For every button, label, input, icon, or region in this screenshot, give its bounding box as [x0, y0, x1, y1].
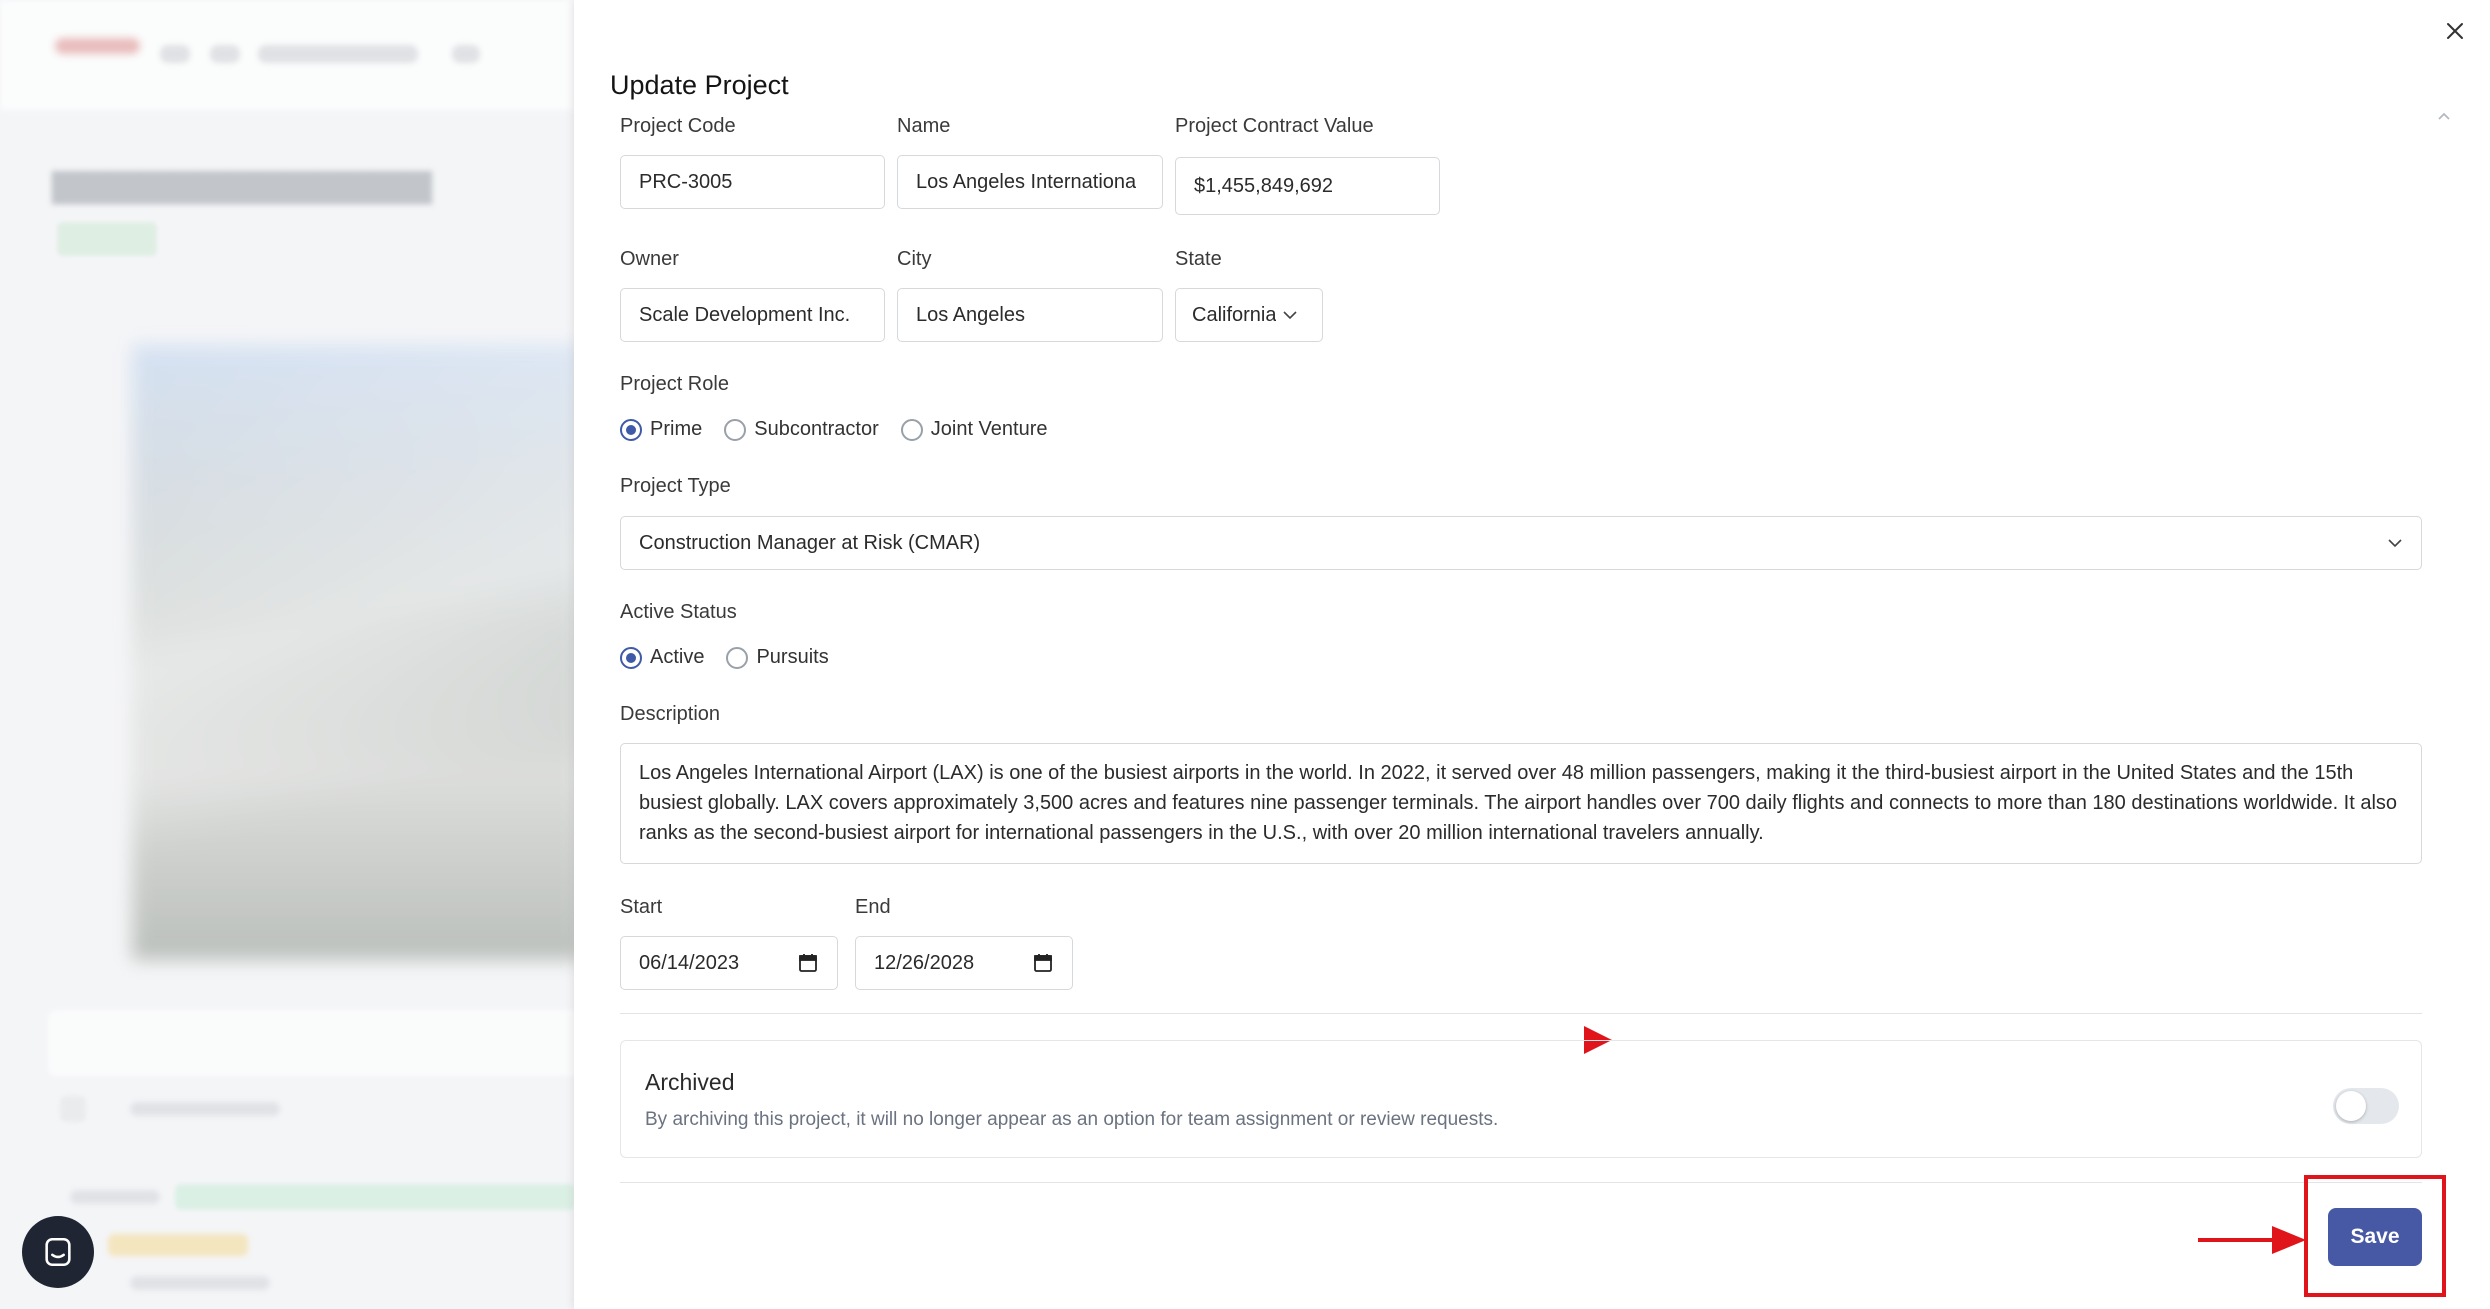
close-icon [2447, 23, 2463, 39]
project-code-input[interactable]: PRC-3005 [620, 155, 885, 209]
project-code-label: Project Code [620, 115, 736, 137]
chevron-down-icon [2388, 539, 2402, 548]
end-date-input[interactable]: 12/26/2028 [855, 936, 1073, 990]
calendar-icon[interactable] [1032, 952, 1054, 974]
background-app: ▆▆▆▆▆▆▆▆▆▆▆▆▆ [0, 0, 574, 1309]
chevron-down-icon [1283, 311, 1298, 320]
owner-label: Owner [620, 248, 679, 270]
role-subcontractor-radio[interactable]: Subcontractor [724, 418, 879, 441]
radio-checked-icon [620, 418, 642, 441]
role-prime-radio[interactable]: Prime [620, 418, 702, 441]
background-text [130, 1102, 280, 1116]
background-project-photo [132, 345, 574, 960]
contract-value-label: Project Contract Value [1175, 115, 1374, 137]
state-select[interactable]: California [1175, 288, 1323, 342]
end-date-label: End [855, 896, 891, 918]
archived-description: By archiving this project, it will no lo… [645, 1109, 1499, 1130]
background-progress [175, 1184, 574, 1210]
archived-title: Archived [645, 1069, 735, 1095]
role-joint-venture-radio[interactable]: Joint Venture [900, 418, 1048, 441]
city-label: City [897, 248, 932, 270]
chat-icon [45, 1237, 71, 1267]
annotation-arrow-icon [2198, 1226, 2306, 1254]
radio-unchecked-icon [724, 418, 747, 441]
start-date-label: Start [620, 896, 663, 918]
background-logo [55, 38, 140, 54]
radio-checked-icon [620, 646, 642, 669]
drawer-title: Update Project [610, 70, 789, 100]
background-text [70, 1190, 160, 1204]
state-label: State [1175, 248, 1222, 270]
background-breadcrumb [160, 45, 190, 63]
radio-unchecked-icon [900, 418, 923, 441]
save-button[interactable]: Save [2328, 1208, 2422, 1266]
project-role-group: Prime Subcontractor Joint Venture [620, 418, 1070, 441]
background-status-badge [57, 222, 157, 256]
radio-unchecked-icon [726, 646, 749, 669]
section-divider [620, 1013, 2422, 1014]
status-pursuits-radio[interactable]: Pursuits [726, 646, 829, 669]
archived-toggle[interactable] [2333, 1088, 2399, 1124]
calendar-icon[interactable] [797, 952, 819, 974]
footer-divider [620, 1182, 2422, 1183]
chevron-up-icon[interactable] [2436, 110, 2452, 122]
background-breadcrumb [210, 45, 240, 63]
close-button[interactable] [2440, 16, 2470, 46]
city-input[interactable]: Los Angeles [897, 288, 1163, 342]
background-breadcrumb [452, 45, 480, 63]
background-rating [108, 1234, 248, 1256]
contract-value-input[interactable]: $1,455,849,692 [1175, 157, 1440, 215]
start-date-input[interactable]: 06/14/2023 [620, 936, 838, 990]
description-textarea[interactable]: Los Angeles International Airport (LAX) … [620, 743, 2422, 864]
active-status-group: Active Pursuits [620, 646, 851, 669]
name-label: Name [897, 115, 951, 137]
project-type-select[interactable]: Construction Manager at Risk (CMAR) [620, 516, 2422, 570]
background-search-input [48, 1010, 574, 1076]
owner-input[interactable]: Scale Development Inc. [620, 288, 885, 342]
status-active-radio[interactable]: Active [620, 646, 704, 669]
project-role-label: Project Role [620, 373, 729, 395]
background-text [130, 1276, 270, 1290]
archived-card: Archived By archiving this project, it w… [620, 1040, 2422, 1158]
name-input[interactable]: Los Angeles Internationa [897, 155, 1163, 209]
project-type-label: Project Type [620, 475, 731, 497]
chat-launcher-button[interactable] [22, 1216, 94, 1288]
background-checkbox [60, 1096, 86, 1122]
description-label: Description [620, 703, 721, 725]
background-page-title: ▆▆▆▆▆▆▆▆▆▆▆▆▆ [52, 162, 432, 204]
active-status-label: Active Status [620, 601, 737, 623]
background-breadcrumb [258, 45, 418, 63]
